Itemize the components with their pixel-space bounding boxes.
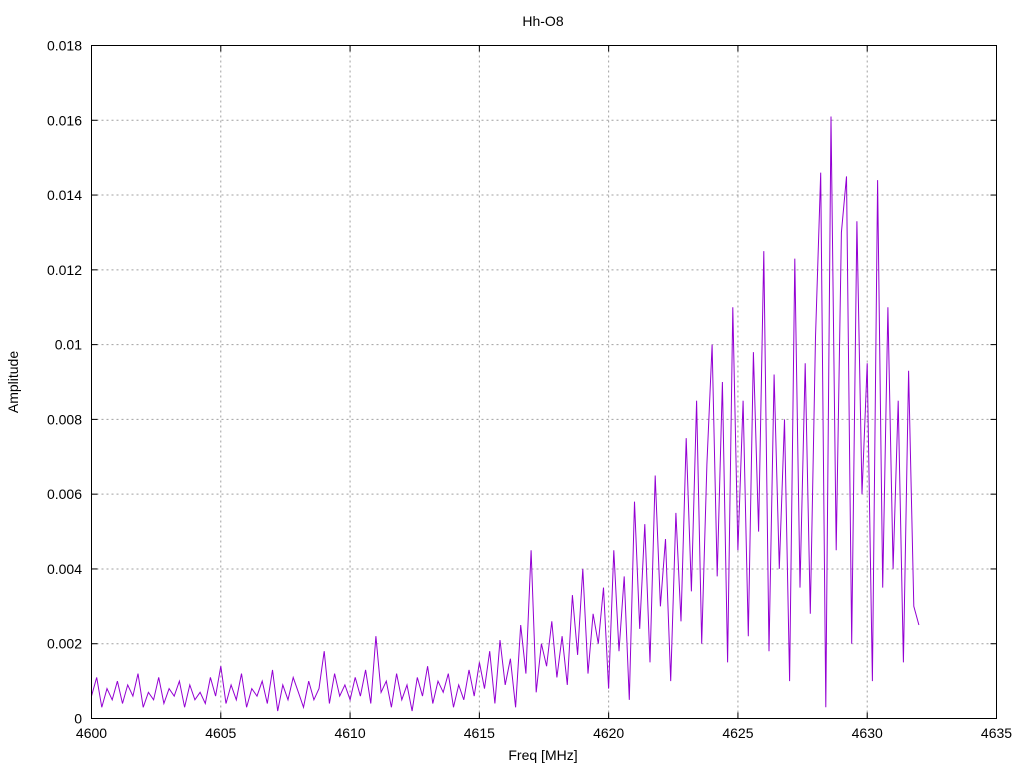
y-tick-label: 0.01 [55, 337, 82, 353]
plot-border [91, 45, 997, 719]
x-tick-label: 4615 [464, 725, 495, 741]
x-tick-label: 4605 [205, 725, 236, 741]
y-tick-label: 0.004 [47, 561, 82, 577]
x-tick-label: 4630 [852, 725, 883, 741]
y-tick-label: 0.018 [47, 38, 82, 54]
y-tick-label: 0.014 [47, 187, 82, 203]
chart-title: Hh-O8 [522, 13, 563, 29]
y-tick-label: 0.006 [47, 486, 82, 502]
x-axis-label: Freq [MHz] [508, 747, 577, 763]
x-tick-label: 4635 [981, 725, 1012, 741]
y-tick-label: 0 [74, 711, 82, 727]
y-tick-label: 0.012 [47, 262, 82, 278]
grid [91, 45, 997, 719]
x-tick-label: 4600 [76, 725, 107, 741]
y-tick-label: 0.016 [47, 112, 82, 128]
x-tick-label: 4620 [593, 725, 624, 741]
series-line [91, 116, 920, 712]
y-tick-label: 0.002 [47, 636, 82, 652]
x-tick-label: 4610 [334, 725, 365, 741]
chart: 4600 4605 4610 4615 4620 4625 4630 4635 0 0.002 0.… [5, 13, 1012, 763]
y-axis-label: Amplitude [5, 351, 21, 413]
x-tick-label: 4625 [722, 725, 753, 741]
y-tick-label: 0.008 [47, 411, 82, 427]
